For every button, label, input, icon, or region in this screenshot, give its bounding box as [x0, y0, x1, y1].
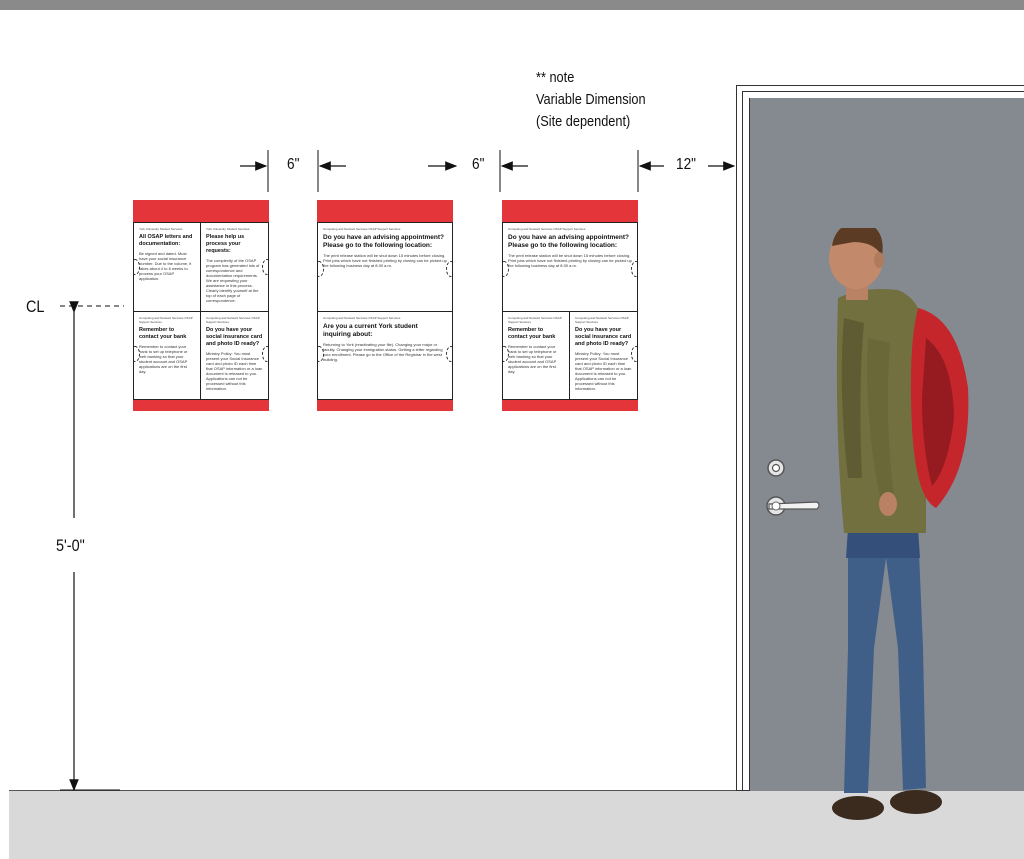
dimension-extension-lines	[267, 150, 639, 192]
panel-department: Computing and Network Services OSAP Supp…	[323, 227, 401, 231]
panel-tab	[262, 259, 268, 275]
poster-panel: Computing and Network Services OSAP Supp…	[569, 311, 638, 400]
poster-top-band	[317, 200, 453, 222]
panel-tab	[446, 261, 452, 277]
panel-heading: Remember to contact your bank	[508, 327, 556, 340]
dimension-label-gap-1: 6"	[287, 156, 300, 173]
panel-body: Remember to contact your bank to set up …	[508, 344, 557, 374]
poster-panel: York University Student Services Please …	[200, 222, 269, 312]
poster-top-band	[502, 200, 638, 222]
dimension-label-gap-3: 12"	[676, 156, 696, 173]
panel-heading: Do you have an advising appointment? Ple…	[323, 234, 444, 249]
panel-department: York University Student Services	[206, 227, 250, 231]
panel-department: Computing and Network Services OSAP Supp…	[139, 316, 193, 324]
panel-department: Computing and Network Services OSAP Supp…	[508, 316, 562, 324]
panel-tab	[631, 346, 637, 362]
panel-tab	[262, 346, 268, 362]
panel-tab	[503, 261, 509, 277]
panel-tab	[631, 261, 637, 277]
panel-heading: All OSAP letters and documentation:	[139, 234, 193, 247]
poster-3: Computing and Network Services OSAP Supp…	[502, 200, 638, 411]
poster-panel: York University Student Services All OSA…	[133, 222, 201, 312]
poster-bottom-band	[317, 400, 453, 411]
panel-department: Computing and Network Services OSAP Supp…	[575, 316, 629, 324]
panel-department: Computing and Network Services OSAP Supp…	[206, 316, 260, 324]
panel-heading: Do you have your social insurance card a…	[206, 327, 263, 347]
poster-panel: Computing and Network Services OSAP Supp…	[133, 311, 201, 400]
panel-heading: Are you a current York student inquiring…	[323, 323, 418, 338]
poster-top-band	[133, 200, 269, 222]
panel-body: The complexity of the OSAP program has g…	[206, 258, 260, 303]
poster-panel: Computing and Network Services OSAP Supp…	[502, 222, 638, 312]
panel-department: Computing and Network Services OSAP Supp…	[323, 316, 401, 320]
person-figure	[829, 228, 969, 820]
panel-heading: Do you have your social insurance card a…	[575, 327, 632, 347]
poster-panel: Computing and Network Services OSAP Supp…	[317, 222, 453, 312]
poster-panel: Computing and Network Services OSAP Supp…	[502, 311, 570, 400]
panel-body: Ministry Policy: You must present your S…	[575, 351, 632, 391]
panel-body: Returning to York (reactivating your fil…	[323, 342, 443, 362]
panel-tab	[318, 261, 324, 277]
panel-heading: Remember to contact your bank	[139, 327, 187, 340]
panel-heading: Please help us process your requests:	[206, 234, 245, 254]
panel-body: The print release station will be shut d…	[323, 253, 447, 268]
poster-panel: Computing and Network Services OSAP Supp…	[200, 311, 269, 400]
panel-body: The print release station will be shut d…	[508, 253, 632, 268]
panel-body: Ministry Policy: You must present your S…	[206, 351, 263, 391]
centerline-label: CL	[26, 297, 45, 316]
poster-bottom-band	[502, 400, 638, 411]
height-dimension-label: 5'-0"	[56, 536, 85, 555]
poster-2: Computing and Network Services OSAP Supp…	[317, 200, 453, 411]
panel-tab	[446, 346, 452, 362]
panel-department: Computing and Network Services OSAP Supp…	[508, 227, 586, 231]
dimension-label-gap-2: 6"	[472, 156, 485, 173]
poster-1: York University Student Services All OSA…	[133, 200, 269, 411]
panel-heading: Do you have an advising appointment? Ple…	[508, 234, 629, 249]
poster-panel: Computing and Network Services OSAP Supp…	[317, 311, 453, 400]
poster-bottom-band	[133, 400, 269, 411]
door-lock-icon	[767, 459, 785, 477]
panel-body: Be signed and dated. Must have your soci…	[139, 251, 192, 281]
panel-department: York University Student Services	[139, 227, 183, 231]
panel-body: Remember to contact your bank to set up …	[139, 344, 188, 374]
